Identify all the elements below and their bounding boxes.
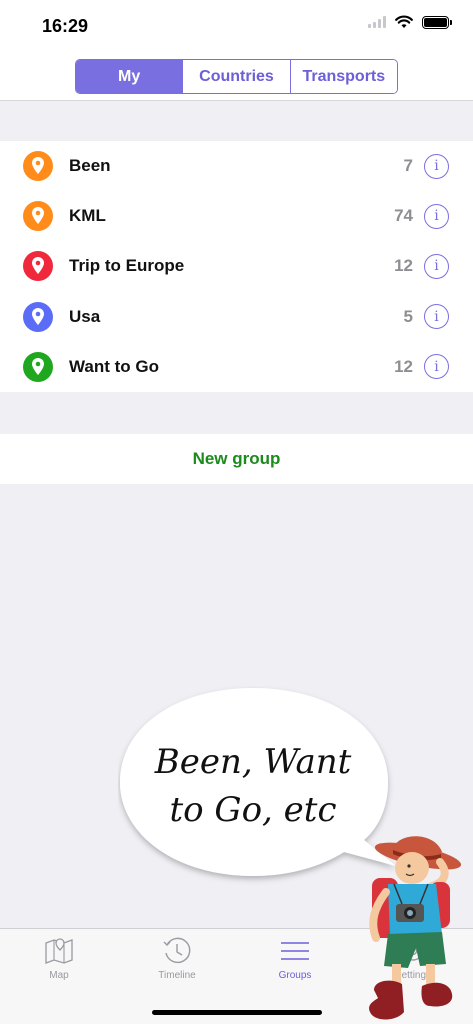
- wifi-icon: [395, 15, 413, 28]
- group-row-kml[interactable]: KML 74 i: [0, 191, 473, 241]
- info-icon[interactable]: i: [424, 354, 449, 380]
- battery-icon: [422, 15, 452, 29]
- location-pin-icon: [23, 201, 53, 232]
- group-row-usa[interactable]: Usa 5 i: [0, 292, 473, 342]
- info-icon[interactable]: i: [424, 203, 449, 229]
- group-name: Been: [69, 156, 111, 176]
- location-pin-icon: [23, 151, 53, 182]
- home-indicator: [152, 1010, 322, 1015]
- group-name: Trip to Europe: [69, 256, 185, 276]
- group-row-been[interactable]: Been 7 i: [0, 141, 473, 191]
- tab-map[interactable]: Map: [0, 935, 118, 981]
- group-name: KML: [69, 206, 106, 226]
- group-count: 74: [394, 206, 413, 226]
- location-pin-icon: [23, 251, 53, 282]
- tab-label: Map: [49, 970, 69, 981]
- group-count: 7: [403, 156, 413, 176]
- info-icon[interactable]: i: [424, 153, 449, 179]
- signal-icon: [368, 16, 386, 28]
- bubble-line-1: Been, Want: [154, 742, 352, 782]
- segmented-control: My Countries Transports: [75, 59, 398, 94]
- group-count: 12: [394, 256, 413, 276]
- clock-icon: [163, 937, 191, 964]
- status-time: 16:29: [42, 16, 89, 36]
- header: My Countries Transports: [0, 52, 473, 101]
- location-pin-icon: [23, 351, 53, 382]
- segment-countries[interactable]: Countries: [182, 60, 290, 93]
- group-list: Been 7 i KML 74 i Trip to Europe 12 i Us…: [0, 141, 473, 392]
- group-name: Want to Go: [69, 356, 160, 376]
- tab-label: Groups: [278, 970, 312, 981]
- info-icon[interactable]: i: [424, 304, 449, 330]
- map-icon: [45, 938, 73, 964]
- group-count: 5: [403, 306, 413, 326]
- new-group-button[interactable]: New group: [0, 434, 473, 484]
- group-name: Usa: [69, 306, 101, 326]
- group-row-trip-to-europe[interactable]: Trip to Europe 12 i: [0, 241, 473, 291]
- status-bar: 16:29: [0, 0, 473, 52]
- segment-transports[interactable]: Transports: [289, 60, 397, 93]
- status-icons: [368, 15, 452, 29]
- group-count: 12: [394, 356, 413, 376]
- list-icon: [281, 942, 309, 960]
- tab-label: Timeline: [158, 970, 196, 981]
- bubble-text: Been, Want to Go, etc: [118, 738, 388, 834]
- group-row-want-to-go[interactable]: Want to Go 12 i: [0, 342, 473, 392]
- tab-timeline[interactable]: Timeline: [118, 935, 236, 981]
- segment-my[interactable]: My: [76, 60, 183, 93]
- location-pin-icon: [23, 301, 53, 332]
- traveler-mascot-illustration: [369, 836, 462, 1020]
- info-icon[interactable]: i: [424, 253, 449, 279]
